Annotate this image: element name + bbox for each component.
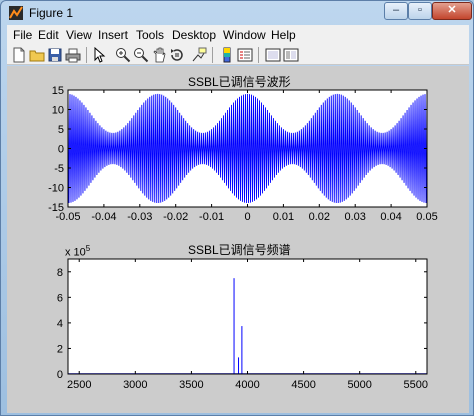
figure-toolbar bbox=[7, 45, 469, 65]
x-tick-label: 0.04 bbox=[380, 211, 401, 223]
insert-legend-icon[interactable] bbox=[237, 47, 253, 63]
y-tick-label: 0 bbox=[58, 144, 64, 156]
close-button[interactable]: ✕ bbox=[432, 2, 472, 20]
show-plot-tools-icon[interactable] bbox=[283, 47, 299, 63]
x-tick-label: 0.01 bbox=[273, 211, 294, 223]
menu-insert[interactable]: Insert bbox=[98, 28, 128, 42]
y-tick-label: -5 bbox=[54, 163, 64, 175]
x-tick-label: 4500 bbox=[291, 379, 315, 391]
menu-view[interactable]: View bbox=[66, 28, 92, 42]
save-icon[interactable] bbox=[47, 47, 63, 63]
x-tick-label: 3500 bbox=[179, 379, 203, 391]
y-tick-label: 15 bbox=[52, 85, 64, 97]
menu-edit[interactable]: Edit bbox=[38, 28, 59, 42]
waveform-axes[interactable]: -0.05 -0.04 -0.03 -0.02 -0.01 0 0.01 0.02 0.03 0.… bbox=[7, 66, 469, 231]
menu-file[interactable]: File bbox=[13, 28, 32, 42]
x-tick-label: -0.02 bbox=[163, 211, 188, 223]
x-tick-label: 0 bbox=[244, 211, 250, 223]
x-tick-label: 0.02 bbox=[309, 211, 330, 223]
y-tick-label: -10 bbox=[48, 183, 64, 195]
rotate-3d-icon[interactable] bbox=[169, 47, 185, 63]
insert-colorbar-icon[interactable] bbox=[219, 47, 235, 63]
x-tick-label: 5000 bbox=[347, 379, 371, 391]
y-tick-label: 2 bbox=[57, 343, 63, 355]
x-tick-label: -0.01 bbox=[199, 211, 224, 223]
x-tick-label: 3000 bbox=[123, 379, 147, 391]
y-tick-label: 8 bbox=[57, 267, 63, 279]
title-bar[interactable]: Figure 1 – ▫ ✕ bbox=[1, 1, 473, 25]
y-tick-label: 5 bbox=[58, 124, 64, 136]
menu-tools[interactable]: Tools bbox=[136, 28, 164, 42]
data-cursor-icon[interactable] bbox=[191, 47, 207, 63]
zoom-in-icon[interactable] bbox=[115, 47, 131, 63]
menu-desktop[interactable]: Desktop bbox=[172, 28, 216, 42]
print-icon[interactable] bbox=[65, 47, 81, 63]
toolbar-separator bbox=[212, 47, 213, 63]
hide-plot-tools-icon[interactable] bbox=[265, 47, 281, 63]
new-file-icon[interactable] bbox=[11, 47, 27, 63]
minimize-button[interactable]: – bbox=[384, 2, 408, 20]
spectrum-axes[interactable]: 2500 3000 3500 4000 4500 5000 5500 8 6 4 2 0 bbox=[7, 231, 469, 413]
x-tick-label: 4000 bbox=[235, 379, 259, 391]
x-tick-label: -0.04 bbox=[91, 211, 116, 223]
menu-help[interactable]: Help bbox=[271, 28, 296, 42]
y-tick-label: 4 bbox=[57, 318, 63, 330]
toolbar-separator bbox=[86, 47, 87, 63]
x-tick-label: -0.03 bbox=[127, 211, 152, 223]
y-tick-label: -15 bbox=[48, 202, 64, 214]
window-title: Figure 1 bbox=[29, 6, 74, 20]
menu-bar: File Edit View Insert Tools Desktop Wind… bbox=[7, 25, 469, 45]
y-tick-label: 10 bbox=[52, 105, 64, 117]
y-tick-label: 0 bbox=[57, 369, 63, 381]
pan-icon[interactable] bbox=[151, 47, 167, 63]
x-tick-label: 2500 bbox=[67, 379, 91, 391]
toolbar-separator bbox=[258, 47, 259, 63]
x-tick-label: 0.03 bbox=[344, 211, 365, 223]
zoom-out-icon[interactable] bbox=[133, 47, 149, 63]
figure-canvas: SSBL已调信号波形 -0.05 -0.04 -0.03 -0.02 -0.01 0 0.0… bbox=[7, 66, 469, 413]
figure-window: Figure 1 – ▫ ✕ File Edit View Insert Too… bbox=[0, 0, 474, 416]
edit-plot-arrow-icon[interactable] bbox=[91, 47, 107, 63]
open-folder-icon[interactable] bbox=[29, 47, 45, 63]
x-tick-label: 5500 bbox=[404, 379, 428, 391]
plot-area bbox=[68, 259, 427, 374]
matlab-figure-icon bbox=[9, 6, 23, 20]
menu-window[interactable]: Window bbox=[223, 28, 266, 42]
x-tick-label: 0.05 bbox=[416, 211, 437, 223]
y-tick-label: 6 bbox=[57, 292, 63, 304]
maximize-button[interactable]: ▫ bbox=[408, 2, 432, 20]
